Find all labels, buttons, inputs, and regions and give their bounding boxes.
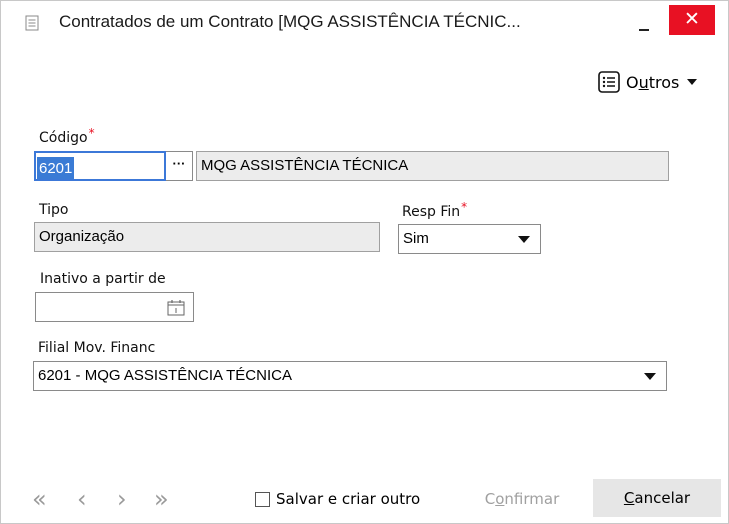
document-icon: [25, 15, 39, 31]
filial-label: Filial Mov. Financ: [38, 340, 156, 356]
inativo-label: Inativo a partir de: [40, 271, 166, 287]
title-bar[interactable]: Contratados de um Contrato [MQG ASSISTÊN…: [1, 1, 728, 45]
resp-fin-value: Sim: [403, 230, 429, 247]
filial-value: 6201 - MQG ASSISTÊNCIA TÉCNICA: [38, 367, 292, 384]
save-and-new-label: Salvar e criar outro: [276, 490, 421, 508]
window-title: Contratados de um Contrato [MQG ASSISTÊN…: [59, 12, 521, 31]
next-record-button[interactable]: ›: [117, 485, 127, 515]
inativo-date-input[interactable]: [35, 292, 194, 322]
codigo-description-field: MQG ASSISTÊNCIA TÉCNICA: [196, 151, 669, 181]
lookup-button[interactable]: ···: [166, 151, 193, 181]
calendar-icon[interactable]: [167, 299, 185, 316]
resp-fin-label: Resp Fin*: [402, 200, 468, 220]
outros-label: Outros: [626, 72, 680, 92]
tipo-label: Tipo: [39, 202, 69, 218]
save-and-new-checkbox[interactable]: [255, 491, 270, 507]
outros-menu-button[interactable]: Outros: [598, 69, 698, 95]
codigo-label: Código*: [39, 126, 95, 146]
tipo-field: Organização: [34, 222, 380, 252]
first-record-button[interactable]: «: [32, 485, 47, 515]
codigo-input[interactable]: 6201: [34, 151, 166, 181]
previous-record-button[interactable]: ‹: [77, 485, 87, 515]
chevron-down-icon: [644, 373, 656, 380]
confirm-button[interactable]: Confirmar: [462, 483, 582, 515]
close-button[interactable]: ✕: [669, 5, 715, 35]
required-marker: *: [88, 126, 95, 140]
chevron-down-icon: [687, 79, 698, 85]
last-record-button[interactable]: »: [154, 485, 169, 515]
dialog-window: Contratados de um Contrato [MQG ASSISTÊN…: [0, 0, 729, 524]
resp-fin-select[interactable]: Sim: [398, 224, 541, 254]
save-and-new-option[interactable]: Salvar e criar outro: [255, 490, 420, 508]
close-icon: ✕: [684, 8, 700, 30]
cancel-button[interactable]: Cancelar: [593, 479, 721, 517]
required-marker: *: [461, 200, 468, 214]
list-icon: [598, 71, 620, 93]
chevron-down-icon: [518, 236, 530, 243]
minimize-button[interactable]: [621, 7, 667, 39]
filial-select[interactable]: 6201 - MQG ASSISTÊNCIA TÉCNICA: [33, 361, 667, 391]
codigo-value: 6201: [37, 157, 75, 179]
